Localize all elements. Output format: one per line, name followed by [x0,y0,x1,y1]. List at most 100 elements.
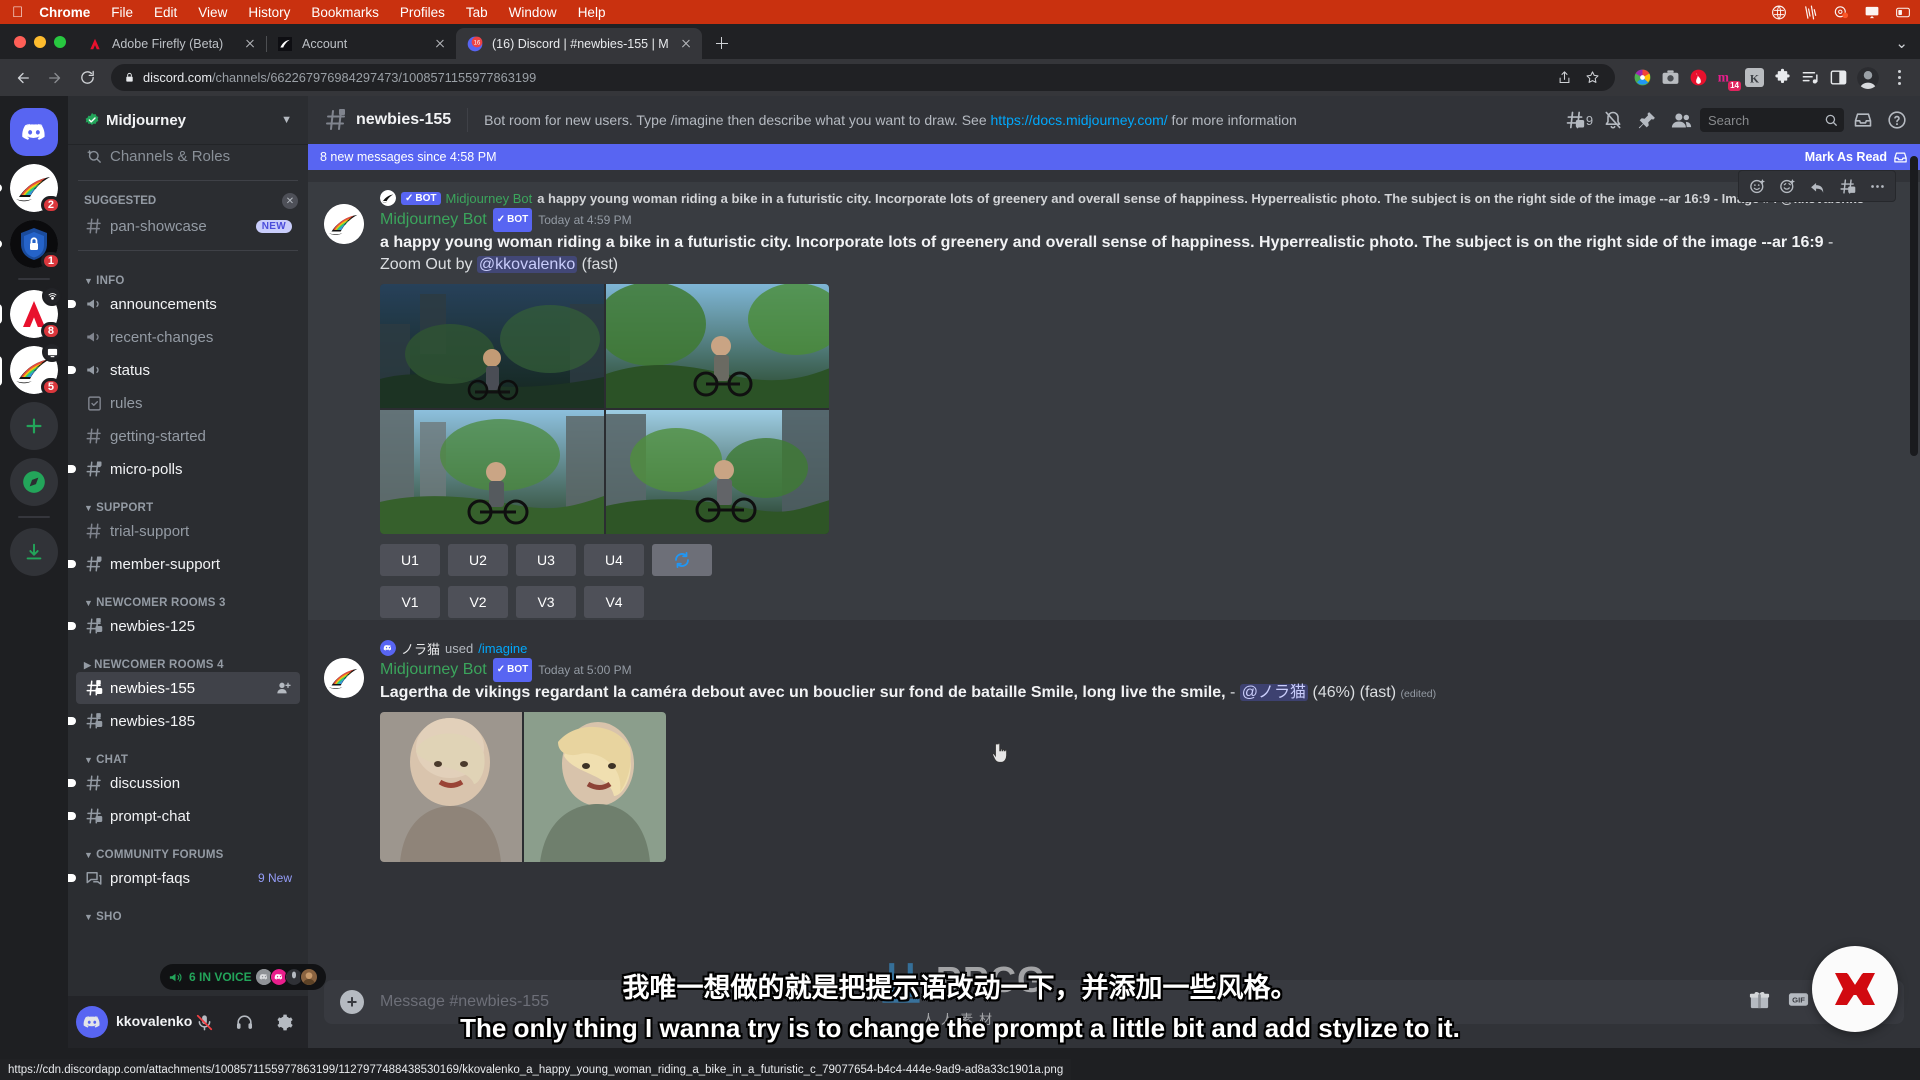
channel-topic[interactable]: Bot room for new users. Type /imagine th… [484,112,1556,128]
sidebar-item-member-support[interactable]: member-support [68,548,300,580]
generated-image-grid[interactable] [380,284,829,534]
back-button[interactable] [8,63,38,93]
window-traffic-lights[interactable] [10,24,76,59]
upscale-u2-button[interactable]: U2 [448,544,508,576]
variation-v2-button[interactable]: V2 [448,586,508,618]
forward-button[interactable] [40,63,70,93]
sidebar-item-prompt-faqs[interactable]: prompt-faqs 9 New [68,862,300,894]
help-icon[interactable] [1882,105,1912,135]
message-list[interactable]: ✓ BOT Midjourney Bot a happy young woman … [308,144,1920,980]
reply-icon[interactable] [1803,172,1831,200]
grid-image-3[interactable] [380,410,604,534]
grid-image-2[interactable] [605,284,829,408]
sidebar-item-trial-support[interactable]: trial-support [76,515,300,547]
screenshot-camera-extension-icon[interactable] [1661,68,1680,87]
grid-image-1[interactable] [380,284,604,408]
category-newcomer-rooms-3[interactable]: ▼ NEWCOMER ROOMS 3 [68,581,308,609]
menu-view[interactable]: View [198,5,227,20]
mm-pink-extension-icon[interactable]: m 14 [1717,68,1741,91]
close-tab-icon[interactable] [432,36,448,52]
menu-profiles[interactable]: Profiles [400,5,445,20]
server-header[interactable]: Midjourney ▼ [68,96,308,144]
category-sho[interactable]: ▼ SHO [68,895,308,923]
color-palette-extension-icon[interactable] [1633,68,1652,87]
channel-list[interactable]: Channels & Roles SUGGESTED ✕ pan-showcas… [68,144,308,996]
menu-tab[interactable]: Tab [466,5,488,20]
super-react-icon[interactable] [1773,172,1801,200]
playlist-music-icon[interactable] [1801,68,1820,87]
minimize-window-button[interactable] [34,35,46,48]
mention[interactable]: @kkovalenko [476,256,578,273]
reload-button[interactable] [72,63,102,93]
sidebar-item-discussion[interactable]: discussion [68,767,300,799]
guild-adobe[interactable]: 8 [0,286,62,340]
message-hover-toolbar[interactable] [1738,170,1896,202]
menu-chrome[interactable]: Chrome [39,5,90,20]
variation-v4-button[interactable]: V4 [584,586,644,618]
bookmark-star-icon[interactable] [1579,65,1605,91]
menu-bookmarks[interactable]: Bookmarks [311,5,379,20]
record-red-extension-icon[interactable] [1689,68,1708,87]
explore-servers-button[interactable] [10,458,58,506]
add-reaction-icon[interactable] [1743,172,1771,200]
waveform-icon[interactable] [1801,4,1819,21]
sidebar-item-pan-showcase[interactable]: pan-showcase NEW [76,210,300,242]
category-community-forums[interactable]: ▼ COMMUNITY FORUMS [68,833,308,861]
sidebar-item-announcements[interactable]: announcements [68,288,300,320]
grid-image-2[interactable] [524,712,666,862]
more-icon[interactable] [1863,172,1891,200]
address-bar[interactable]: discord.com/channels/662267976984297473/… [111,64,1615,91]
topic-link[interactable]: https://docs.midjourney.com/ [991,112,1168,128]
sidebar-item-recent-changes[interactable]: recent-changes [76,321,300,353]
guild-shield[interactable]: 1 [0,220,61,270]
command-user-name[interactable]: ノラ猫 [401,639,440,658]
sidebar-item-prompt-chat[interactable]: prompt-chat [68,800,300,832]
mention[interactable]: @ノラ猫 [1239,684,1309,701]
create-thread-icon[interactable] [1833,172,1861,200]
globe-icon[interactable] [1770,4,1788,21]
add-member-icon[interactable] [276,680,292,696]
sidebar-item-micro-polls[interactable]: micro-polls [68,453,300,485]
sidebar-item-newbies-185[interactable]: newbies-185 [68,705,300,737]
mark-as-read-button[interactable]: Mark As Read [1805,150,1908,165]
dismiss-suggested-icon[interactable]: ✕ [282,193,298,209]
upscale-u1-button[interactable]: U1 [380,544,440,576]
sidebar-item-rules[interactable]: rules [76,387,300,419]
message-author[interactable]: Midjourney Bot [380,209,487,231]
color-wheel-icon[interactable] [1832,4,1850,21]
reply-context[interactable]: ✓ BOT Midjourney Bot a happy young woman … [380,188,1872,208]
browse-channels-row[interactable]: Channels & Roles [76,144,300,172]
puzzle-extensions-icon[interactable] [1773,68,1792,87]
grid-image-1[interactable] [380,712,522,862]
inbox-icon[interactable] [1848,105,1878,135]
new-messages-bar[interactable]: 8 new messages since 4:58 PM Mark As Rea… [308,144,1920,170]
tab-search-chevron-icon[interactable]: ⌄ [1895,34,1908,52]
slash-command[interactable]: /imagine [478,641,527,656]
generated-image-grid[interactable] [380,712,666,862]
airplay-display-icon[interactable] [1863,4,1881,21]
browser-tab-account[interactable]: Account [266,28,457,59]
add-server-button[interactable] [10,402,58,450]
category-info[interactable]: ▼ INFO [68,259,308,287]
browser-tab-discord[interactable]: 16 (16) Discord | #newbies-155 | M [456,28,702,59]
close-window-button[interactable] [14,35,26,48]
sidebar-item-newbies-125[interactable]: newbies-125 [68,610,300,642]
reroll-button[interactable] [652,544,712,576]
menu-file[interactable]: File [111,5,133,20]
menu-history[interactable]: History [248,5,290,20]
profile-avatar[interactable] [1857,66,1879,89]
maximize-window-button[interactable] [54,35,66,48]
avatar[interactable] [324,204,364,244]
category-support[interactable]: ▼ SUPPORT [68,486,308,514]
grid-image-4[interactable] [605,410,829,534]
message-author[interactable]: Midjourney Bot [380,659,487,681]
menu-help[interactable]: Help [578,5,606,20]
search-input[interactable]: Search [1700,108,1844,132]
close-tab-icon[interactable] [242,36,258,52]
apple-menu-icon[interactable]:  [12,5,23,20]
guild-midjourney-2[interactable]: 5 [0,342,62,396]
menu-edit[interactable]: Edit [154,5,177,20]
category-newcomer-rooms-4[interactable]: ▶ NEWCOMER ROOMS 4 [68,643,308,671]
threads-icon[interactable]: 9 [1564,105,1594,135]
messages-scrollbar[interactable] [1910,156,1918,456]
